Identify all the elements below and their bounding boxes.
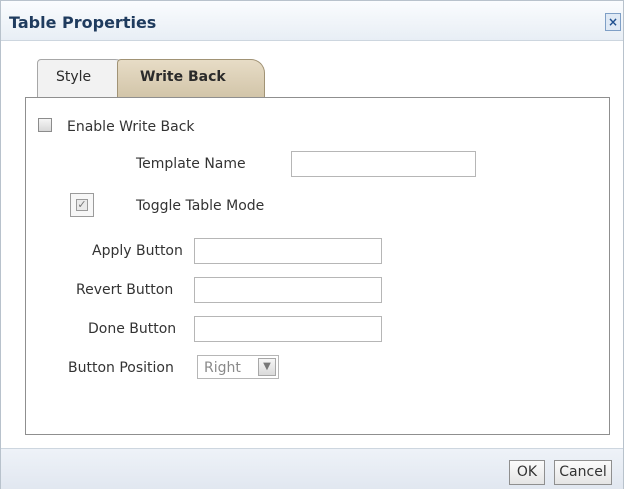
write-back-panel: Enable Write Back Template Name ✓ Toggle… (25, 97, 610, 435)
ok-button[interactable]: OK (509, 460, 545, 485)
dialog-title: Table Properties (9, 13, 157, 32)
dialog-titlebar: Table Properties × (1, 1, 623, 41)
tab-write-back[interactable]: Write Back (117, 59, 265, 97)
table-properties-dialog: Table Properties × Style Write Back Enab… (0, 0, 624, 489)
done-button-label: Done Button (88, 321, 177, 337)
button-position-select[interactable]: Right ▼ (197, 355, 279, 379)
dialog-footer: OK Cancel (1, 448, 623, 489)
button-position-label: Button Position (68, 360, 174, 376)
enable-write-back-label: Enable Write Back (67, 119, 195, 135)
tab-style[interactable]: Style (37, 59, 129, 97)
apply-button-label: Apply Button (92, 243, 183, 259)
cancel-button[interactable]: Cancel (554, 460, 612, 485)
revert-button-input[interactable] (194, 277, 382, 303)
template-name-input[interactable] (291, 151, 476, 177)
button-position-value: Right (204, 360, 241, 376)
close-icon[interactable]: × (605, 13, 621, 31)
enable-write-back-checkbox[interactable] (38, 118, 52, 132)
toggle-table-mode-label: Toggle Table Mode (136, 198, 265, 214)
revert-button-label: Revert Button (76, 282, 174, 298)
done-button-input[interactable] (194, 316, 382, 342)
toggle-table-mode-checkbox[interactable]: ✓ (70, 193, 94, 217)
template-name-label: Template Name (136, 156, 246, 172)
apply-button-input[interactable] (194, 238, 382, 264)
checkmark-icon: ✓ (76, 198, 88, 211)
chevron-down-icon[interactable]: ▼ (258, 358, 276, 376)
